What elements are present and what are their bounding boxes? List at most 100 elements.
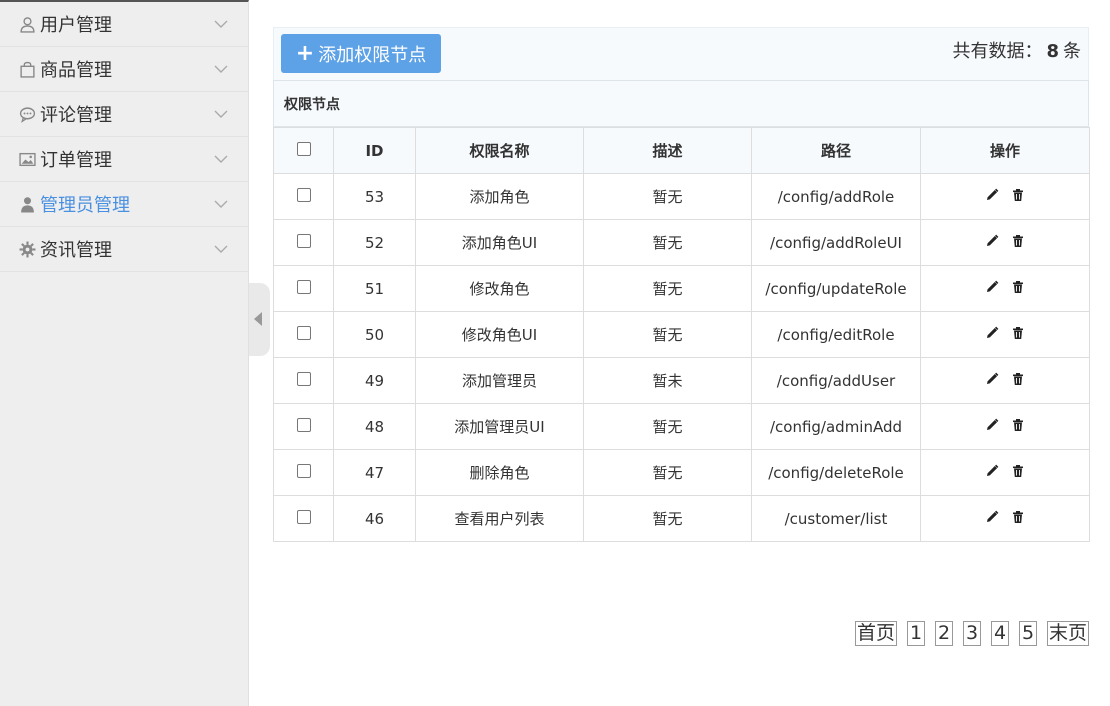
- sidebar-item-3[interactable]: 订单管理: [0, 137, 248, 182]
- total-count: 共有数据： 8 条: [952, 37, 1081, 63]
- edit-pencil-icon[interactable]: [985, 510, 999, 524]
- edit-pencil-icon[interactable]: [985, 234, 999, 248]
- chevron-down-icon: [214, 155, 228, 163]
- pager-first[interactable]: 首页: [854, 621, 897, 646]
- cell-desc: 暂未: [583, 357, 752, 404]
- row-checkbox[interactable]: [296, 279, 311, 294]
- cell-actions: [920, 265, 1090, 312]
- cell-id: 48: [333, 403, 416, 450]
- table-header-row: ID 权限名称 描述 路径 操作: [273, 127, 1090, 174]
- edit-pencil-icon[interactable]: [985, 326, 999, 340]
- header-path: 路径: [751, 127, 921, 174]
- image-icon: [18, 150, 36, 168]
- main-panel: + 添加权限节点 共有数据： 8 条 权限节点 ID 权限名称 描述 路径 操作 5…: [273, 27, 1090, 542]
- cell-actions: [920, 403, 1090, 450]
- plus-icon: +: [295, 41, 315, 66]
- header-name: 权限名称: [415, 127, 584, 174]
- trash-icon[interactable]: [1011, 188, 1025, 202]
- cell-desc: 暂无: [583, 449, 752, 496]
- sidebar-item-label: 管理员管理: [40, 195, 130, 216]
- chevron-down-icon: [214, 110, 228, 118]
- trash-icon[interactable]: [1011, 326, 1025, 340]
- cell-id: 49: [333, 357, 416, 404]
- shopping-bag-icon: [18, 60, 36, 78]
- sidebar-collapse-toggle[interactable]: [249, 283, 270, 356]
- chevron-down-icon: [214, 20, 228, 28]
- row-checkbox[interactable]: [296, 325, 311, 340]
- cell-name: 删除角色: [415, 449, 584, 496]
- row-select-cell: [273, 449, 334, 496]
- trash-icon[interactable]: [1011, 418, 1025, 432]
- row-select-cell: [273, 311, 334, 358]
- add-permission-node-button[interactable]: + 添加权限节点: [281, 34, 441, 73]
- cell-id: 46: [333, 495, 416, 542]
- sidebar: 用户管理商品管理评论管理订单管理管理员管理资讯管理: [0, 0, 249, 706]
- cell-actions: [920, 449, 1090, 496]
- row-checkbox[interactable]: [296, 233, 311, 248]
- row-checkbox[interactable]: [296, 417, 311, 432]
- cell-name: 修改角色UI: [415, 311, 584, 358]
- trash-icon[interactable]: [1011, 280, 1025, 294]
- pager-page-2[interactable]: 2: [934, 621, 953, 646]
- table-row: 46 查看用户列表 暂无/customer/list: [273, 495, 1090, 542]
- cell-actions: [920, 357, 1090, 404]
- total-suffix: 条: [1063, 41, 1081, 62]
- trash-icon[interactable]: [1011, 234, 1025, 248]
- pager-page-4[interactable]: 4: [990, 621, 1009, 646]
- trash-icon[interactable]: [1011, 464, 1025, 478]
- gear-icon: [18, 240, 36, 258]
- sidebar-item-5[interactable]: 资讯管理: [0, 227, 248, 272]
- trash-icon[interactable]: [1011, 510, 1025, 524]
- row-checkbox[interactable]: [296, 371, 311, 386]
- cell-path: /config/addUser: [751, 357, 921, 404]
- cell-desc: 暂无: [583, 219, 752, 266]
- cell-id: 47: [333, 449, 416, 496]
- sidebar-item-label: 商品管理: [40, 60, 112, 81]
- sidebar-item-0[interactable]: 用户管理: [0, 2, 248, 47]
- cell-path: /config/deleteRole: [751, 449, 921, 496]
- row-checkbox[interactable]: [296, 187, 311, 202]
- edit-pencil-icon[interactable]: [985, 464, 999, 478]
- select-all-checkbox[interactable]: [296, 141, 311, 156]
- chevron-down-icon: [214, 65, 228, 73]
- pager-page-1[interactable]: 1: [906, 621, 925, 646]
- cell-name: 添加管理员UI: [415, 403, 584, 450]
- sidebar-item-2[interactable]: 评论管理: [0, 92, 248, 137]
- cell-desc: 暂无: [583, 495, 752, 542]
- cell-name: 修改角色: [415, 265, 584, 312]
- pager-page-3[interactable]: 3: [962, 621, 981, 646]
- comment-icon: [18, 105, 36, 123]
- header-id: ID: [333, 127, 416, 174]
- sidebar-item-1[interactable]: 商品管理: [0, 47, 248, 92]
- cell-path: /config/addRole: [751, 173, 921, 220]
- edit-pencil-icon[interactable]: [985, 188, 999, 202]
- pager-page-5[interactable]: 5: [1018, 621, 1037, 646]
- edit-pencil-icon[interactable]: [985, 418, 999, 432]
- table-caption: 权限节点: [273, 80, 1089, 127]
- cell-id: 53: [333, 173, 416, 220]
- cell-desc: 暂无: [583, 311, 752, 358]
- trash-icon[interactable]: [1011, 372, 1025, 386]
- pagination: 首页 1 2 3 4 5 末页: [854, 621, 1089, 646]
- table-row: 48 添加管理员UI 暂无/config/adminAdd: [273, 403, 1090, 450]
- sidebar-item-4[interactable]: 管理员管理: [0, 182, 248, 227]
- chevron-down-icon: [214, 200, 228, 208]
- pager-last[interactable]: 末页: [1046, 621, 1089, 646]
- row-select-cell: [273, 219, 334, 266]
- row-select-cell: [273, 495, 334, 542]
- row-select-cell: [273, 403, 334, 450]
- edit-pencil-icon[interactable]: [985, 280, 999, 294]
- edit-pencil-icon[interactable]: [985, 372, 999, 386]
- row-checkbox[interactable]: [296, 509, 311, 524]
- row-select-cell: [273, 265, 334, 312]
- sidebar-item-label: 用户管理: [40, 15, 112, 36]
- sidebar-item-label: 订单管理: [40, 150, 112, 171]
- row-checkbox[interactable]: [296, 463, 311, 478]
- add-button-label: 添加权限节点: [318, 44, 427, 66]
- cell-name: 添加角色: [415, 173, 584, 220]
- chevron-down-icon: [214, 245, 228, 253]
- cell-name: 查看用户列表: [415, 495, 584, 542]
- cell-actions: [920, 173, 1090, 220]
- cell-actions: [920, 219, 1090, 266]
- admin-user-icon: [18, 195, 36, 213]
